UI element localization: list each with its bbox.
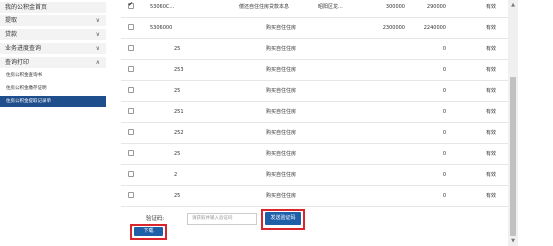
highlight-box-send-code	[261, 209, 305, 230]
cell-status: 有效	[486, 88, 497, 94]
sidebar-item-label: 我的公积金首页	[5, 4, 48, 11]
row-checkbox[interactable]	[128, 24, 134, 30]
verification-code-label: 验证码:	[146, 216, 165, 222]
chevron-down-icon: ∨	[95, 17, 100, 24]
sidebar-item-progress[interactable]: 业务进度查询 ∨	[0, 43, 106, 55]
table-row: 5306000 购买自住住房 2300000 2240000 有效	[121, 18, 508, 39]
cell-amount-2: 0	[442, 46, 446, 52]
row-checkbox[interactable]	[128, 129, 134, 135]
sidebar-subitem-label: 住房公积金提取记录单	[6, 99, 51, 104]
cell-status: 有效	[486, 130, 497, 136]
cell-status: 有效	[486, 67, 497, 73]
cell-id: 251	[174, 109, 184, 115]
sidebar-subitem-query-book[interactable]: 住房公积金查询书	[0, 70, 106, 81]
cell-type: 购买自住住房	[266, 88, 297, 94]
sidebar-item-label: 贷款	[5, 31, 18, 38]
cell-id: 25	[174, 88, 181, 94]
cell-amount-2: 2240000	[423, 25, 446, 31]
sidebar-subitem-label: 住房公积金缴存证明	[6, 86, 47, 91]
cell-status: 有效	[486, 193, 497, 199]
cell-id: 25	[174, 151, 181, 157]
row-checkbox[interactable]	[128, 150, 134, 156]
cell-type: 购买自住住房	[266, 172, 297, 178]
row-checkbox[interactable]	[128, 87, 134, 93]
row-checkbox[interactable]	[128, 171, 134, 177]
sidebar-item-label: 提取	[5, 17, 18, 24]
cell-amount-2: 0	[442, 172, 446, 178]
cell-amount-2: 0	[442, 193, 446, 199]
row-checkbox[interactable]	[128, 45, 134, 51]
verification-code-input[interactable]: 请获取并输入验证码	[187, 213, 257, 225]
cell-id: 53060C...	[150, 4, 175, 10]
cell-status: 有效	[486, 109, 497, 115]
scroll-up-icon[interactable]: ▲	[509, 1, 517, 9]
table-row: 251 购买自住住房 0 有效	[121, 102, 508, 123]
highlight-box-download	[130, 224, 167, 240]
table-row: 252 购买自住住房 0 有效	[121, 123, 508, 144]
cell-amount-2: 0	[442, 151, 446, 157]
cell-status: 有效	[486, 172, 497, 178]
cell-type: 购买自住住房	[266, 109, 297, 115]
row-checkbox[interactable]	[128, 66, 134, 72]
chevron-up-icon: ∧	[95, 59, 100, 66]
scroll-down-icon[interactable]: ▼	[509, 237, 517, 245]
table-row: 253 购买自住住房 0 有效	[121, 60, 508, 81]
table-row: 2 购买自住住房 0 有效	[121, 165, 508, 186]
cell-id: 25	[174, 193, 181, 199]
sidebar-item-loan[interactable]: 贷款 ∨	[0, 29, 106, 41]
cell-amount-2: 0	[442, 109, 446, 115]
sidebar-item-withdraw[interactable]: 提取 ∨	[0, 15, 106, 27]
cell-id: 2	[174, 172, 178, 178]
cell-status: 有效	[486, 25, 497, 31]
cell-type: 购买自住住房	[266, 46, 297, 52]
table-row: 25 购买自住住房 0 有效	[121, 39, 508, 60]
sidebar-item-query-print[interactable]: 查询打印 ∧	[0, 57, 106, 69]
table-row: 25 购买自住住房 0 有效	[121, 186, 508, 207]
table-row: 25 购买自住住房 0 有效	[121, 81, 508, 102]
cell-amount-2: 0	[442, 67, 446, 73]
cell-id: 25	[174, 46, 181, 52]
row-checkbox[interactable]	[128, 192, 134, 198]
sidebar-subitem-deposit-proof[interactable]: 住房公积金缴存证明	[0, 83, 106, 94]
chevron-down-icon: ∨	[95, 31, 100, 38]
chevron-down-icon: ∨	[95, 45, 100, 52]
cell-id: 5306000	[150, 25, 173, 31]
cell-type: 购买自住住房	[266, 151, 297, 157]
sidebar-item-label: 业务进度查询	[5, 45, 42, 52]
cell-type: 偿还自住住房贷款本息	[239, 4, 290, 10]
cell-amount-1: 300000	[385, 4, 405, 10]
sidebar-subitem-label: 住房公积金查询书	[6, 73, 42, 78]
cell-id: 252	[174, 130, 184, 136]
cell-amount-1: 2300000	[382, 25, 405, 31]
table-row: 25 购买自住住房 0 有效	[121, 144, 508, 165]
sidebar-nav: 我的公积金首页 提取 ∨ 贷款 ∨ 业务进度查询 ∨ 查询打印 ∧ 住房公积金查…	[0, 0, 106, 246]
scrollbar-thumb[interactable]	[510, 77, 516, 236]
cell-amount-2: 290000	[426, 4, 446, 10]
sidebar-subitem-withdraw-record[interactable]: 住房公积金提取记录单	[0, 96, 106, 107]
row-checkbox[interactable]	[128, 1, 134, 9]
cell-type: 购买自住住房	[266, 25, 297, 31]
row-checkbox[interactable]	[128, 108, 134, 114]
cell-amount-2: 0	[442, 88, 446, 94]
cell-type: 购买自住住房	[266, 193, 297, 199]
sidebar-item-label: 查询打印	[5, 59, 30, 66]
cell-status: 有效	[486, 4, 497, 10]
sidebar-item-home[interactable]: 我的公积金首页	[0, 2, 106, 14]
cell-status: 有效	[486, 46, 497, 52]
cell-type: 购买自住住房	[266, 130, 297, 136]
cell-amount-2: 0	[442, 130, 446, 136]
cell-status: 有效	[486, 151, 497, 157]
cell-type: 购买自住住房	[266, 67, 297, 73]
cell-id: 253	[174, 67, 184, 73]
table-row: 53060C... 偿还自住住房贷款本息 昭阳区龙... 300000 2900…	[121, 0, 508, 18]
